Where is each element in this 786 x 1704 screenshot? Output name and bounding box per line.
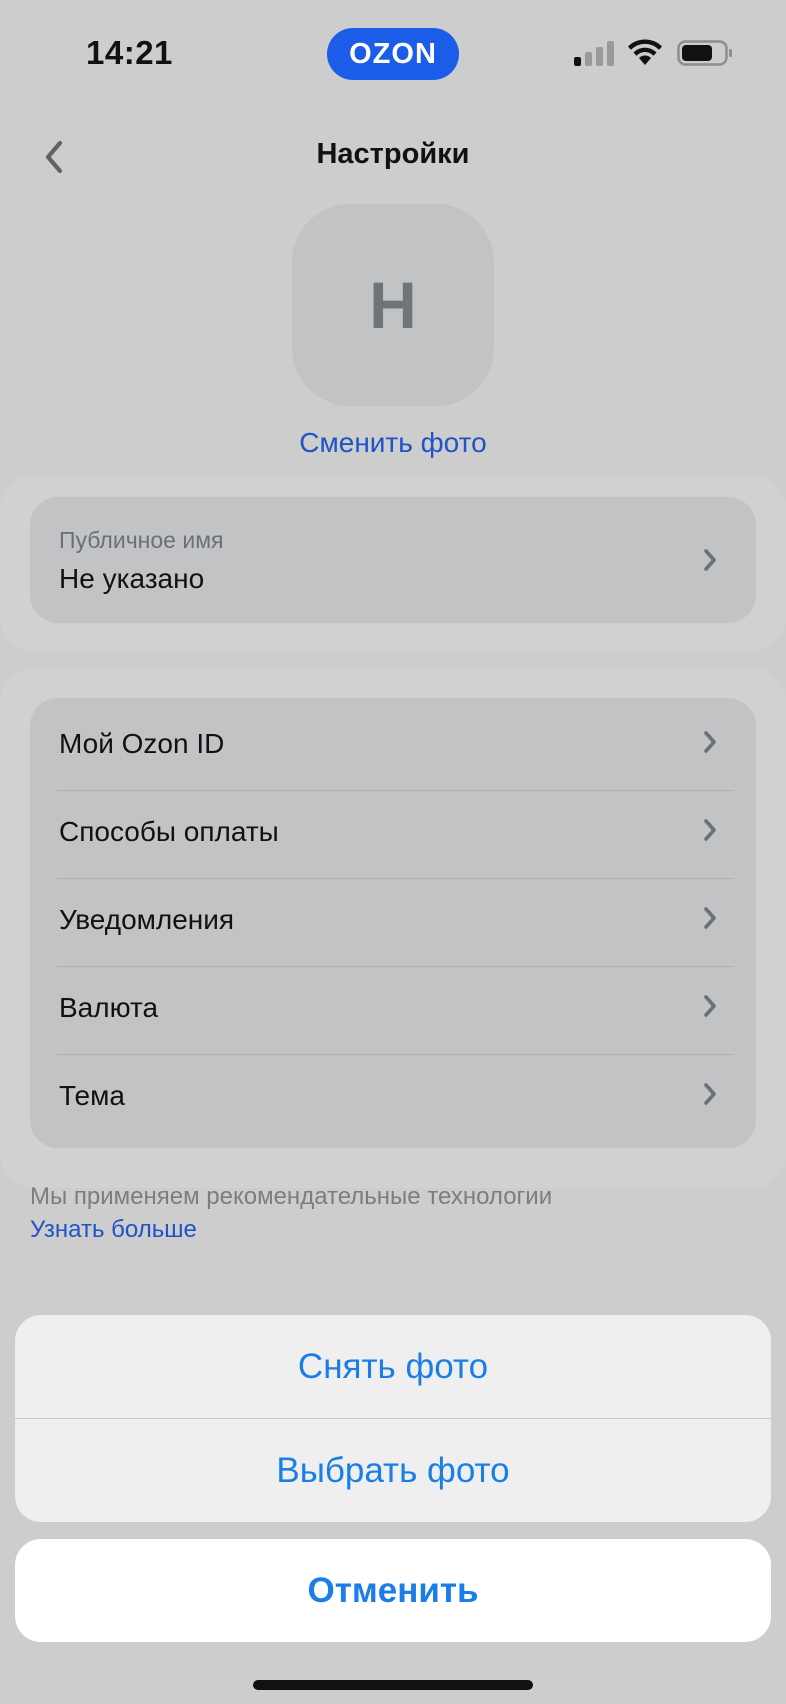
home-indicator[interactable] [253, 1680, 533, 1690]
chevron-right-icon [704, 995, 716, 1017]
menu-item-ozon-id[interactable]: Мой Ozon ID [30, 698, 756, 786]
menu-item-label: Способы оплаты [59, 816, 279, 847]
avatar[interactable]: Н [292, 204, 494, 406]
learn-more-link[interactable]: Узнать больше [30, 1216, 197, 1244]
public-name-value: Не указано [59, 563, 205, 594]
chevron-right-icon [704, 907, 716, 929]
wifi-icon [628, 39, 662, 65]
menu-item-currency[interactable]: Валюта [30, 962, 756, 1050]
cellular-signal-icon [574, 40, 614, 66]
chevron-right-icon [704, 731, 716, 753]
take-photo-button[interactable]: Снять фото [15, 1315, 771, 1418]
public-name-label: Публичное имя [59, 527, 224, 553]
menu-item-theme[interactable]: Тема [30, 1050, 756, 1138]
status-time: 14:21 [86, 34, 173, 71]
menu-item-label: Мой Ozon ID [59, 728, 225, 759]
chevron-right-icon [704, 549, 716, 571]
menu-item-label: Уведомления [59, 904, 235, 935]
recommendation-info-text: Мы применяем рекомендательные технологии [30, 1183, 553, 1210]
menu-item-label: Тема [59, 1080, 125, 1111]
page-title: Настройки [316, 138, 470, 170]
profile-section: Публичное имя Не указано [0, 475, 786, 651]
ozon-logo-text: OZON [349, 37, 437, 70]
chevron-right-icon [704, 1083, 716, 1105]
change-photo-link[interactable]: Сменить фото [0, 427, 786, 459]
status-bar: 14:21 OZON [0, 0, 786, 110]
photo-action-sheet: Снять фото Выбрать фото [15, 1315, 771, 1522]
chevron-right-icon [704, 819, 716, 841]
public-name-row[interactable]: Публичное имя Не указано [30, 497, 756, 623]
menu-item-payment-methods[interactable]: Способы оплаты [30, 786, 756, 874]
cancel-button[interactable]: Отменить [15, 1539, 771, 1642]
battery-icon [677, 40, 732, 66]
avatar-initial: Н [369, 268, 417, 342]
settings-section: Мой Ozon ID Способы оплаты Уведомления В… [0, 668, 786, 1188]
settings-menu: Мой Ozon ID Способы оплаты Уведомления В… [30, 698, 756, 1148]
menu-item-label: Валюта [59, 992, 159, 1023]
ozon-logo-badge: OZON [327, 28, 459, 80]
choose-photo-button[interactable]: Выбрать фото [15, 1419, 771, 1522]
menu-item-notifications[interactable]: Уведомления [30, 874, 756, 962]
